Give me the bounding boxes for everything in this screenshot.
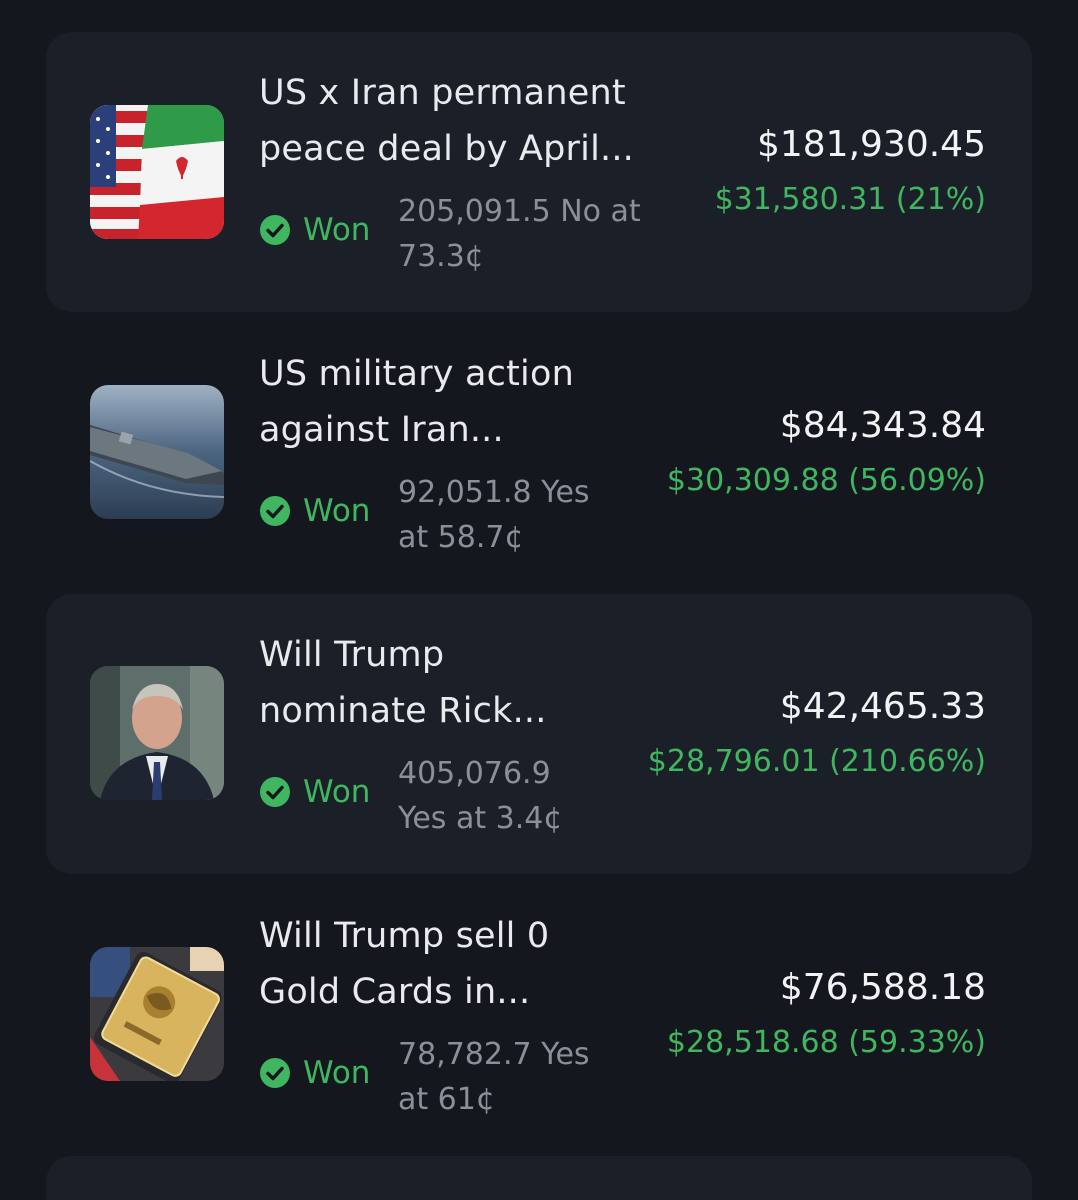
aircraft-carrier-image [90,385,224,519]
market-title[interactable]: US military action against Iran... [259,346,679,458]
won-status: Won [259,493,370,529]
shares-info: 78,782.7 Yes at 61¢ [398,1037,590,1117]
position-pnl: $28,518.68 (59.33%) [666,1025,986,1060]
position-pnl: $30,309.88 (56.09%) [666,463,986,498]
status-label: Won [303,493,371,529]
status-label: Won [303,212,371,248]
market-title[interactable]: US x Iran permanent peace deal by April.… [259,65,679,177]
position-card-partial[interactable] [46,1156,1032,1200]
shares-info: 92,051.8 Yes at 58.7¢ [398,475,590,555]
gold-card-image [90,947,224,1081]
us-iran-flags-image [90,105,224,239]
check-circle-icon [259,1057,291,1089]
check-circle-icon [259,776,291,808]
check-circle-icon [259,495,291,527]
market-title[interactable]: Will Trump nominate Rick... [259,627,679,739]
man-portrait-image [90,666,224,800]
won-status: Won [259,212,370,248]
position-card[interactable]: Will Trump nominate Rick... Won 405,076.… [46,594,1032,874]
position-value: $181,930.45 [756,124,986,165]
position-card[interactable]: Will Trump sell 0 Gold Cards in... Won 7… [46,875,1032,1155]
check-circle-icon [259,214,291,246]
position-pnl: $31,580.31 (21%) [714,182,986,217]
position-value: $76,588.18 [779,967,986,1008]
position-value: $42,465.33 [779,686,986,727]
market-title[interactable]: Will Trump sell 0 Gold Cards in... [259,908,679,1020]
position-pnl: $28,796.01 (210.66%) [647,744,986,779]
positions-list: US x Iran permanent peace deal by April.… [0,0,1078,1200]
shares-info: 405,076.9 Yes at 3.4¢ [398,756,563,836]
position-card[interactable]: US military action against Iran... Won 9… [46,313,1032,593]
position-card[interactable]: US x Iran permanent peace deal by April.… [46,32,1032,312]
won-status: Won [259,1055,370,1091]
status-label: Won [303,774,371,810]
position-value: $84,343.84 [779,405,986,446]
shares-info: 205,091.5 No at 73.3¢ [398,194,641,274]
won-status: Won [259,774,370,810]
status-label: Won [303,1055,371,1091]
